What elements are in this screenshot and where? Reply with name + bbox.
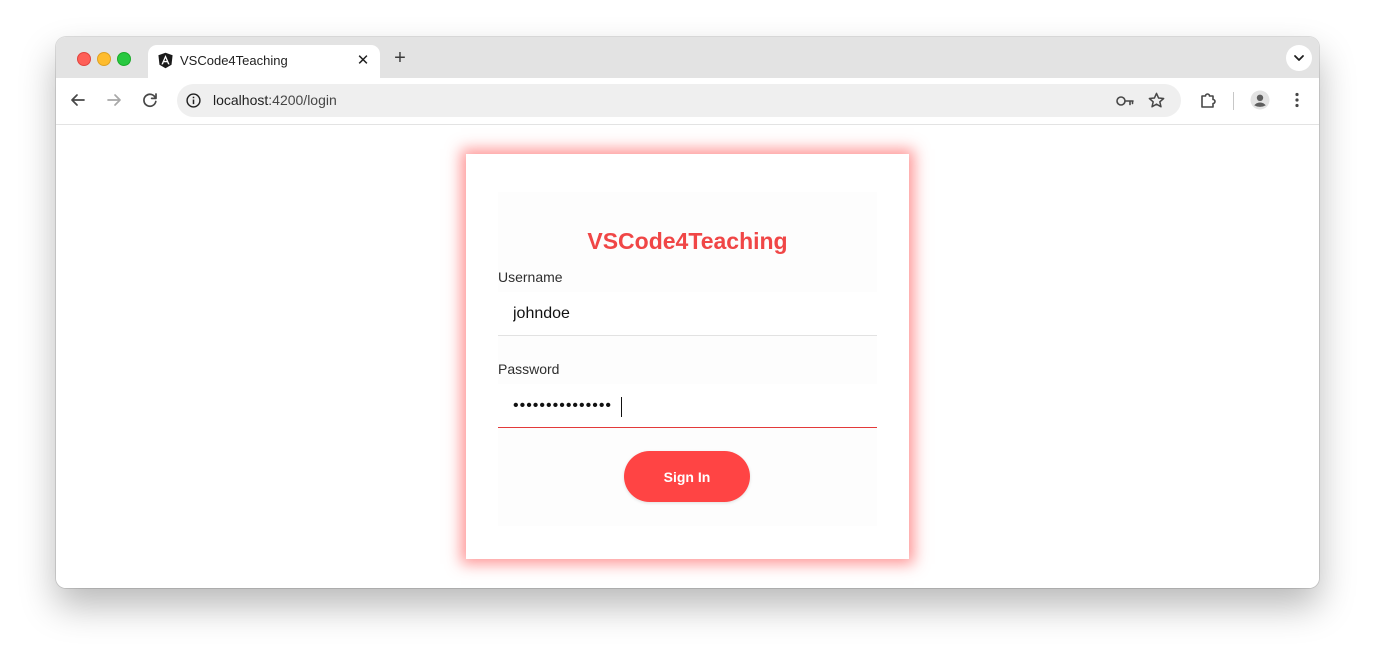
- key-icon[interactable]: [1115, 92, 1135, 110]
- page-content: VSCode4Teaching Username Password Sign I…: [56, 125, 1319, 588]
- login-form: VSCode4Teaching Username Password Sign I…: [498, 192, 877, 526]
- star-icon[interactable]: [1147, 91, 1166, 110]
- toolbar-separator: [1233, 92, 1234, 110]
- login-card: VSCode4Teaching Username Password Sign I…: [466, 154, 909, 559]
- text-caret: [621, 397, 622, 417]
- chevron-down-icon: [1294, 55, 1304, 61]
- url-path: :4200/login: [268, 92, 337, 108]
- site-info-icon[interactable]: [185, 92, 202, 109]
- browser-toolbar: localhost:4200/login: [56, 78, 1319, 125]
- sign-in-button[interactable]: Sign In: [624, 451, 750, 502]
- tab-search-button[interactable]: [1286, 45, 1312, 71]
- kebab-menu-icon[interactable]: [1286, 89, 1308, 111]
- tab-title: VSCode4Teaching: [180, 53, 288, 68]
- window-close-button[interactable]: [77, 52, 91, 66]
- username-label: Username: [498, 269, 563, 285]
- app-title: VSCode4Teaching: [587, 228, 788, 254]
- tab-strip: VSCode4Teaching ✕ +: [56, 37, 1319, 78]
- new-tab-button[interactable]: +: [390, 48, 410, 68]
- password-label: Password: [498, 361, 560, 377]
- extensions-icon[interactable]: [1197, 89, 1219, 111]
- tab-vscode4teaching[interactable]: VSCode4Teaching ✕: [148, 45, 380, 78]
- tab-close-icon[interactable]: ✕: [354, 52, 372, 70]
- back-arrow-icon[interactable]: [67, 89, 89, 111]
- password-input[interactable]: [498, 384, 877, 428]
- url-text[interactable]: localhost:4200/login: [213, 92, 337, 108]
- profile-icon[interactable]: [1249, 89, 1271, 111]
- username-input[interactable]: [498, 292, 877, 336]
- angular-icon: [158, 52, 173, 69]
- forward-arrow-icon[interactable]: [103, 89, 125, 111]
- window-maximize-button[interactable]: [117, 52, 131, 66]
- address-bar[interactable]: localhost:4200/login: [177, 84, 1181, 117]
- url-host: localhost: [213, 92, 269, 108]
- reload-icon[interactable]: [139, 89, 161, 111]
- window-minimize-button[interactable]: [97, 52, 111, 66]
- browser-window: VSCode4Teaching ✕ + localhost:4200/login…: [56, 37, 1319, 588]
